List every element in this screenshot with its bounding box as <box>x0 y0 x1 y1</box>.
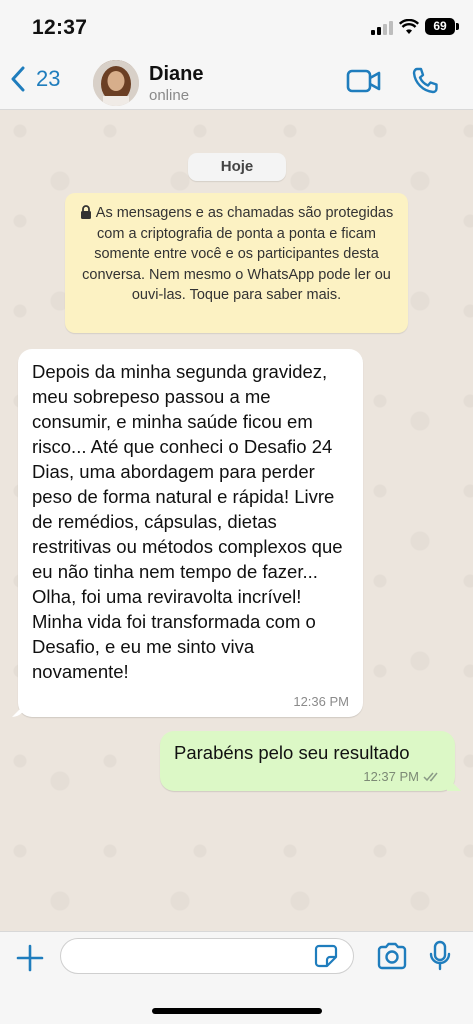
date-chip: Hoje <box>188 153 286 181</box>
message-time: 12:37 PM <box>363 769 419 784</box>
encryption-notice[interactable]: As mensagens e as chamadas são protegida… <box>65 193 408 333</box>
signal-icon <box>371 19 393 35</box>
avatar-photo <box>93 60 139 106</box>
double-check-icon <box>423 772 438 782</box>
status-icons: 69 <box>371 18 459 35</box>
microphone-icon <box>429 940 451 971</box>
home-indicator <box>152 1008 322 1014</box>
sticker-icon <box>314 944 338 968</box>
message-text: Depois da minha segunda gravidez, meu so… <box>32 361 343 682</box>
chat-area[interactable]: Hoje As mensagens e as chamadas são prot… <box>0 111 473 931</box>
back-button[interactable]: 23 <box>10 66 60 92</box>
message-incoming[interactable]: Depois da minha segunda gravidez, meu so… <box>18 349 363 717</box>
contact-status: online <box>149 87 190 104</box>
composer-bar <box>0 931 473 1024</box>
message-input[interactable] <box>60 938 354 974</box>
status-bar: 12:37 69 <box>0 0 473 54</box>
status-time: 12:37 <box>32 16 88 39</box>
unread-count: 23 <box>36 66 61 91</box>
microphone-button[interactable] <box>428 940 452 977</box>
message-outgoing[interactable]: Parabéns pelo seu resultado 12:37 PM <box>160 731 455 791</box>
encryption-text: As mensagens e as chamadas são protegida… <box>82 205 394 303</box>
camera-button[interactable] <box>376 942 408 975</box>
battery-indicator: 69 <box>425 18 459 35</box>
sticker-button[interactable] <box>314 944 338 973</box>
back-chevron-icon <box>11 66 25 92</box>
video-call-button[interactable] <box>346 68 382 99</box>
message-meta: 12:37 PM <box>363 769 441 784</box>
video-call-icon <box>346 69 381 93</box>
message-time: 12:36 PM <box>293 694 349 709</box>
attach-button[interactable] <box>16 944 44 977</box>
plus-icon <box>16 944 44 972</box>
lock-icon <box>80 205 91 219</box>
camera-icon <box>377 942 407 970</box>
phone-icon <box>412 67 438 94</box>
contact-name[interactable]: Diane <box>149 63 203 86</box>
wifi-icon <box>399 18 419 34</box>
message-text: Parabéns pelo seu resultado <box>174 742 410 763</box>
chat-header: 23 Diane online <box>0 54 473 110</box>
voice-call-button[interactable] <box>410 66 440 101</box>
avatar[interactable] <box>93 60 139 106</box>
